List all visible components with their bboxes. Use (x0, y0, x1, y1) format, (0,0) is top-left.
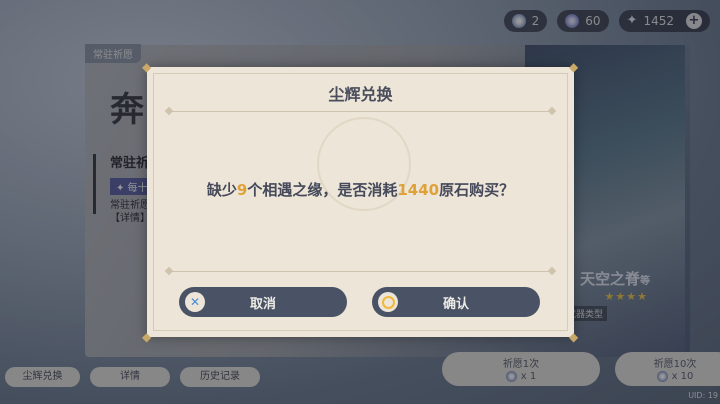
exchange-dialog: ◆ ◆ ◆ ◆ 尘辉兑换 缺少9个相遇之缘，是否消耗1440原石购买？ ✕ 取消… (142, 61, 578, 343)
confirm-label: 确认 (442, 296, 469, 312)
dialog-title: 尘辉兑换 (328, 85, 393, 104)
button-divider (164, 266, 557, 276)
missing-count: 9 (236, 181, 248, 199)
title-divider (164, 106, 557, 116)
corner-ornament-icon: ◆ (569, 330, 579, 344)
primogem-cost: 1440 (397, 181, 440, 199)
x-icon: ✕ (185, 292, 205, 312)
corner-ornament-icon: ◆ (569, 60, 579, 74)
cancel-label: 取消 (249, 296, 276, 312)
confirm-button[interactable]: 确认 (372, 287, 540, 317)
corner-ornament-icon: ◆ (142, 60, 152, 74)
dialog-message: 缺少9个相遇之缘，是否消耗1440原石购买？ (206, 181, 515, 199)
corner-ornament-icon: ◆ (142, 330, 152, 344)
cancel-button[interactable]: ✕ 取消 (179, 287, 347, 317)
circle-icon (378, 292, 398, 312)
